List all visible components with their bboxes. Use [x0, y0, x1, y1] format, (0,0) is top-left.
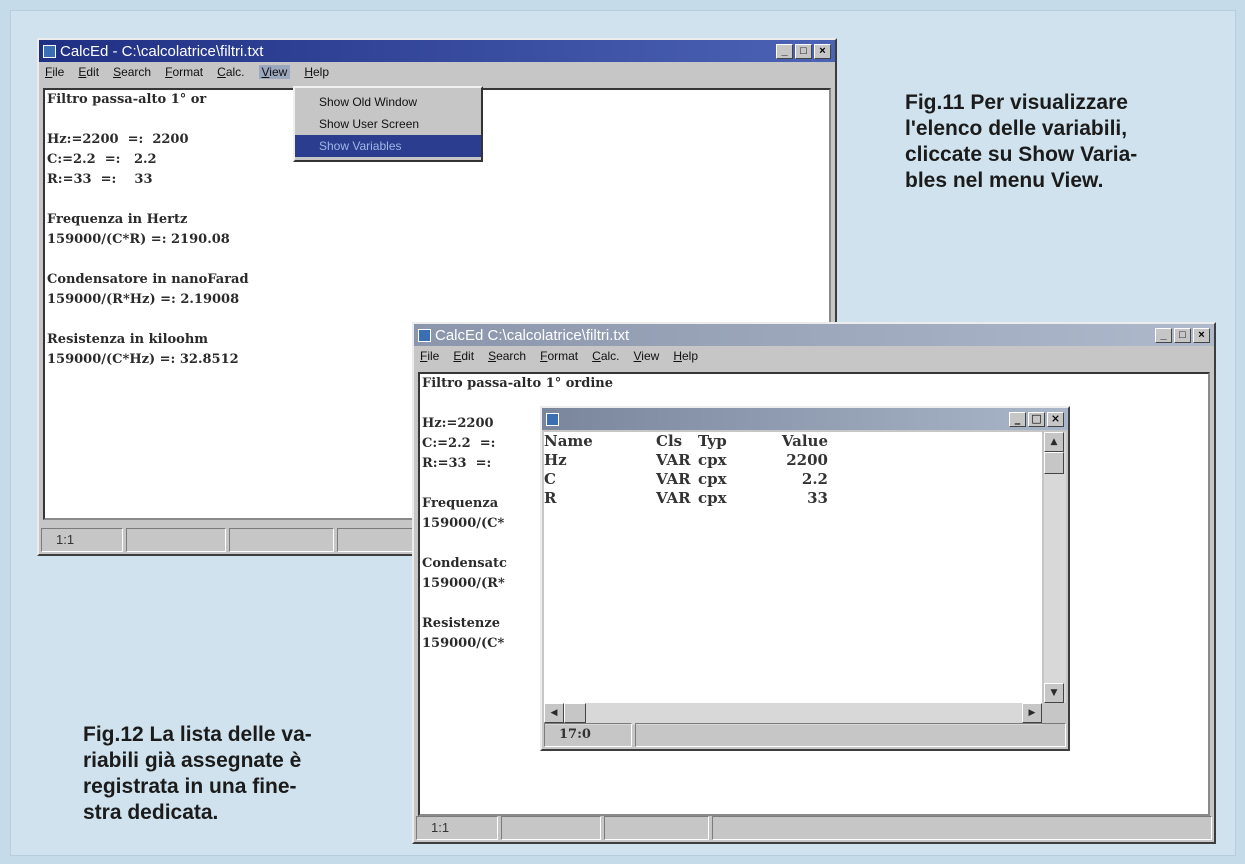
variables-titlebar[interactable]: _ □ ×: [542, 408, 1068, 430]
cell-typ: cpx: [698, 470, 727, 488]
minimize-button[interactable]: _: [1155, 327, 1172, 343]
calced-window-fig12: CalcEd C:\calcolatrice\filtri.txt _ □ × …: [412, 322, 1216, 844]
scroll-thumb[interactable]: [1044, 452, 1064, 474]
cell-cls: VAR: [656, 489, 691, 507]
statusbar: 1:1: [416, 816, 1212, 840]
cell-cls: VAR: [656, 451, 691, 469]
menu-help[interactable]: Help: [673, 349, 698, 363]
cell-name: C: [544, 470, 556, 488]
scroll-thumb[interactable]: [564, 703, 586, 723]
editor-area[interactable]: Filtro passa-alto 1° ordine Hz:=2200 C:=…: [418, 372, 1210, 816]
scroll-down-icon[interactable]: ▼: [1044, 683, 1064, 703]
col-header-name: Name: [544, 432, 593, 450]
caption-line: Fig.11 Per visualizzare: [905, 91, 1128, 114]
caption-line: registrata in una fine-: [83, 775, 297, 798]
menu-item-show-old-window[interactable]: Show Old Window: [295, 91, 481, 113]
status-position: 17:0: [544, 723, 632, 747]
menu-help[interactable]: Help: [304, 65, 329, 79]
maximize-button[interactable]: □: [795, 43, 812, 59]
editor-line: R:=33 =: 33: [47, 172, 153, 187]
maximize-button[interactable]: □: [1028, 411, 1045, 427]
menu-item-show-variables[interactable]: Show Variables: [295, 135, 481, 157]
app-icon: [43, 44, 56, 58]
menubar: File Edit Search Format Calc. View Help: [39, 62, 835, 82]
table-row[interactable]: R VAR cpx 33: [544, 489, 1042, 508]
cell-name: R: [544, 489, 557, 507]
menu-view[interactable]: View: [258, 65, 291, 79]
fig12-caption: Fig.12 La lista delle va- riabili già as…: [83, 722, 373, 826]
status-cell: [604, 816, 709, 840]
scroll-right-icon[interactable]: ▶: [1022, 703, 1042, 723]
menu-format[interactable]: Format: [540, 349, 578, 363]
cell-name: Hz: [544, 451, 567, 469]
window-title: CalcEd - C:\calcolatrice\filtri.txt: [60, 42, 264, 60]
cell-cls: VAR: [656, 470, 691, 488]
status-position: 1:1: [41, 528, 123, 552]
close-button[interactable]: ×: [1193, 327, 1210, 343]
fig11-caption: Fig.11 Per visualizzare l'elenco delle v…: [905, 90, 1205, 194]
status-position: 1:1: [416, 816, 498, 840]
titlebar[interactable]: CalcEd C:\calcolatrice\filtri.txt _ □ ×: [414, 324, 1214, 346]
window-title: CalcEd C:\calcolatrice\filtri.txt: [435, 326, 630, 344]
editor-line: Frequenza in Hertz: [47, 212, 188, 227]
editor-line: 159000/(C*R) =: 2190.08: [47, 232, 230, 247]
caption-line: Fig.12 La lista delle va-: [83, 723, 312, 746]
cell-value: 33: [807, 489, 828, 507]
caption-line: cliccate su Show Varia-: [905, 143, 1138, 166]
menu-format[interactable]: Format: [165, 65, 203, 79]
app-icon: [546, 412, 559, 426]
menu-edit[interactable]: Edit: [78, 65, 99, 79]
menu-file[interactable]: File: [45, 65, 64, 79]
editor-line: Condensatore in nanoFarad: [47, 272, 249, 287]
editor-line: 159000/(R*Hz) =: 2.19008: [47, 292, 240, 307]
caption-line: bles nel menu View.: [905, 169, 1104, 192]
table-row[interactable]: C VAR cpx 2.2: [544, 470, 1042, 489]
titlebar[interactable]: CalcEd - C:\calcolatrice\filtri.txt _ □ …: [39, 40, 835, 62]
col-header-value: Value: [781, 432, 828, 450]
cell-value: 2200: [786, 451, 828, 469]
variables-window: _ □ × Name Cls Typ Value Hz VAR cpx 2200: [540, 406, 1070, 751]
maximize-button[interactable]: □: [1174, 327, 1191, 343]
menu-calc[interactable]: Calc.: [217, 65, 244, 79]
menu-edit[interactable]: Edit: [453, 349, 474, 363]
minimize-button[interactable]: _: [776, 43, 793, 59]
app-icon: [418, 328, 431, 342]
col-header-cls: Cls: [656, 432, 683, 450]
cell-typ: cpx: [698, 451, 727, 469]
vertical-scrollbar[interactable]: ▲ ▼: [1044, 432, 1066, 703]
variables-list[interactable]: Name Cls Typ Value Hz VAR cpx 2200 C VAR…: [544, 432, 1042, 703]
menu-search[interactable]: Search: [488, 349, 526, 363]
menu-search[interactable]: Search: [113, 65, 151, 79]
menu-file[interactable]: File: [420, 349, 439, 363]
scroll-up-icon[interactable]: ▲: [1044, 432, 1064, 452]
close-button[interactable]: ×: [1047, 411, 1064, 427]
editor-line: Filtro passa-alto 1° ordine: [422, 376, 614, 391]
status-cell: [712, 816, 1212, 840]
minimize-button[interactable]: _: [1009, 411, 1026, 427]
status-cell: [126, 528, 226, 552]
status-cell: [501, 816, 601, 840]
status-cell: [635, 723, 1066, 747]
table-row[interactable]: Hz VAR cpx 2200: [544, 451, 1042, 470]
menu-view[interactable]: View: [634, 349, 660, 363]
caption-line: stra dedicata.: [83, 801, 219, 824]
variables-header-row: Name Cls Typ Value: [544, 432, 1042, 451]
col-header-typ: Typ: [698, 432, 727, 450]
view-menu-dropdown: Show Old Window Show User Screen Show Va…: [293, 86, 483, 162]
caption-line: l'elenco delle variabili,: [905, 117, 1128, 140]
cell-typ: cpx: [698, 489, 727, 507]
scroll-left-icon[interactable]: ◀: [544, 703, 564, 723]
caption-line: riabili già assegnate è: [83, 749, 302, 772]
cell-value: 2.2: [801, 470, 828, 488]
menu-item-show-user-screen[interactable]: Show User Screen: [295, 113, 481, 135]
horizontal-scrollbar[interactable]: ◀ ▶: [544, 703, 1042, 725]
status-cell: [229, 528, 334, 552]
menubar: File Edit Search Format Calc. View Help: [414, 346, 1214, 366]
close-button[interactable]: ×: [814, 43, 831, 59]
variables-statusbar: 17:0: [544, 723, 1066, 747]
menu-calc[interactable]: Calc.: [592, 349, 619, 363]
